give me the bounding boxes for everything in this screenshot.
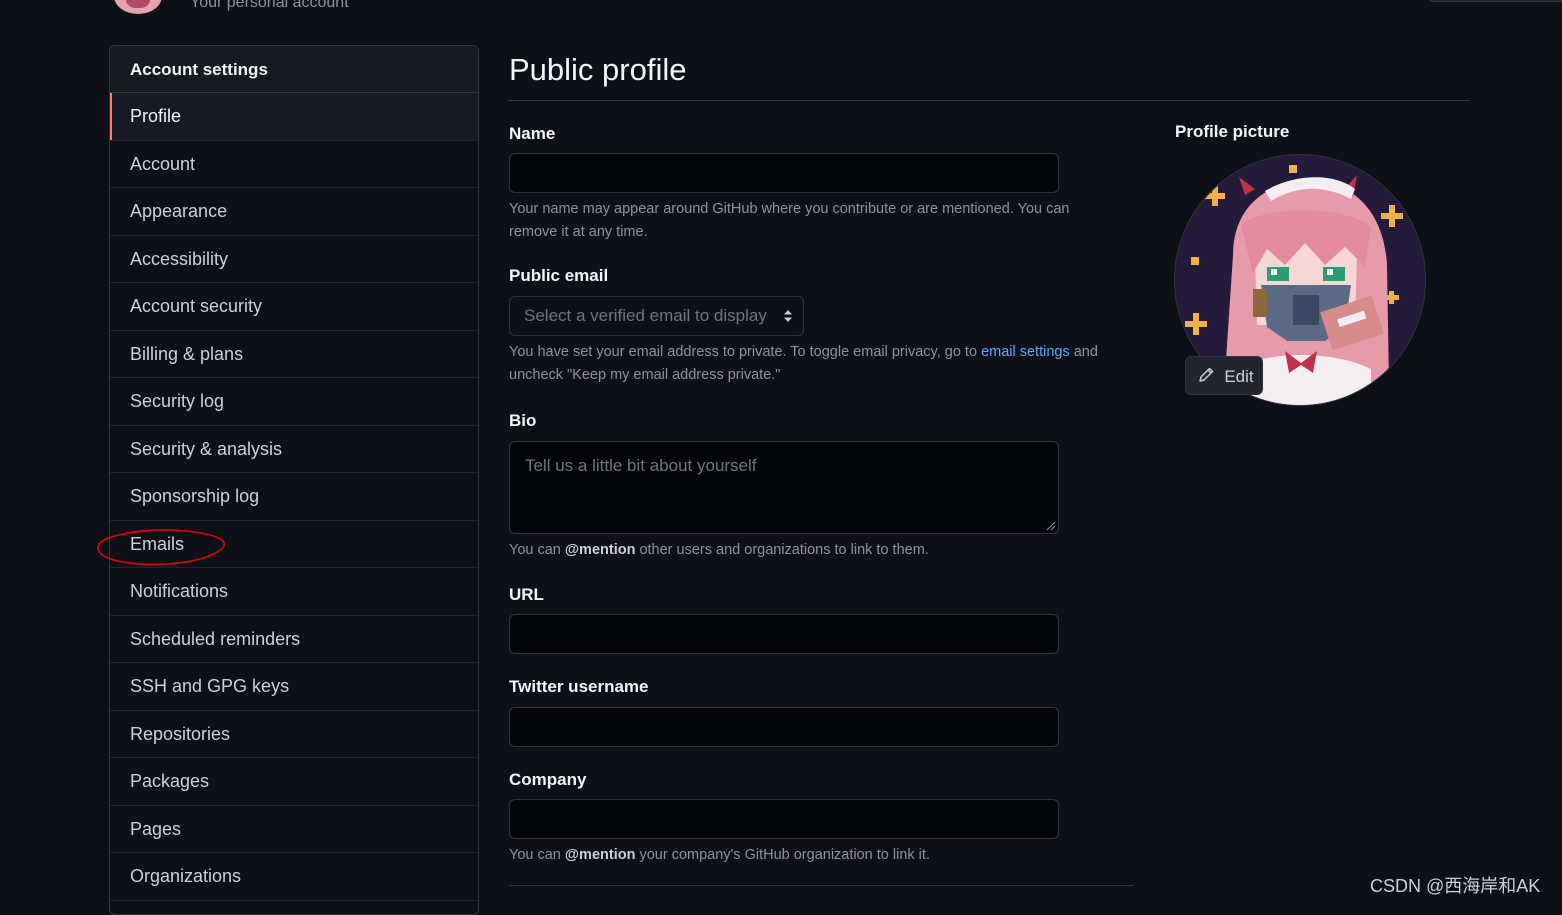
sidebar-item-sponsorship-log[interactable]: Sponsorship log [110,473,478,521]
title-divider [508,100,1470,101]
twitter-label: Twitter username [509,677,649,696]
bio-note-text-end: other users and organizations to link to… [635,542,929,558]
company-note: You can @mention your company's GitHub o… [509,844,1129,867]
sidebar-item-ssh-gpg-keys[interactable]: SSH and GPG keys [110,663,478,711]
edit-label: Edit [1224,367,1254,386]
edit-profile-picture-button[interactable]: Edit [1185,356,1263,395]
public-email-note: You have set your email address to priva… [509,341,1129,387]
bio-label: Bio [509,411,537,430]
sidebar-item-accessibility[interactable]: Accessibility [110,236,478,283]
sidebar-item-account-security[interactable]: Account security [110,283,478,331]
sidebar-item-packages[interactable]: Packages [110,758,478,806]
public-email-placeholder: Select a verified email to display [524,306,767,325]
name-label: Name [509,124,556,143]
top-header: Your personal account [0,0,1562,14]
sidebar-item-pages[interactable]: Pages [110,806,478,853]
bottom-divider [509,885,1134,886]
email-settings-link[interactable]: email settings [981,344,1070,360]
public-email-select[interactable]: Select a verified email to display [509,296,804,336]
public-profile-form: Public profile Name Your name may appear… [508,45,1470,886]
watermark: CSDN @西海岸和AK [1370,876,1541,896]
name-input[interactable] [509,153,1059,193]
url-label: URL [509,585,544,604]
settings-sidebar: Account settings Profile Account Appeara… [109,45,479,915]
public-email-label: Public email [509,266,609,285]
header-button[interactable] [1428,0,1562,2]
sidebar-item-repositories[interactable]: Repositories [110,711,478,758]
sidebar-item-scheduled-reminders[interactable]: Scheduled reminders [110,616,478,663]
public-email-note-text: You have set your email address to priva… [509,344,982,360]
bio-note: You can @mention other users and organiz… [509,539,1129,562]
sidebar-item-notifications[interactable]: Notifications [110,568,478,616]
header-avatar[interactable] [114,0,162,14]
mention-text: @mention [564,542,636,558]
resize-grip-icon[interactable] [1046,521,1056,531]
sidebar-item-security-log[interactable]: Security log [110,378,478,426]
company-label: Company [509,770,587,789]
company-mention-text: @mention [564,847,636,863]
sidebar-item-organizations[interactable]: Organizations [110,853,478,901]
bio-placeholder: Tell us a little bit about yourself [525,456,757,475]
sidebar-item-profile[interactable]: Profile [110,93,478,141]
select-arrows-icon [784,310,792,322]
sidebar-item-security-analysis[interactable]: Security & analysis [110,426,478,473]
page-title: Public profile [509,52,687,87]
url-input[interactable] [509,614,1059,654]
sidebar-item-account[interactable]: Account [110,141,478,188]
twitter-input[interactable] [509,707,1059,747]
company-input[interactable] [509,799,1059,839]
bio-note-text: You can [509,542,565,558]
profile-picture-label: Profile picture [1175,122,1290,141]
company-note-text-end: your company's GitHub organization to li… [635,847,930,863]
company-note-text: You can [509,847,565,863]
sidebar-item-billing[interactable]: Billing & plans [110,331,478,378]
sidebar-item-appearance[interactable]: Appearance [110,188,478,236]
bio-textarea[interactable]: Tell us a little bit about yourself [509,441,1059,534]
pencil-icon [1199,367,1214,382]
header-subtitle: Your personal account [190,0,349,11]
name-note: Your name may appear around GitHub where… [509,201,1070,240]
sidebar-title: Account settings [110,46,478,93]
sidebar-item-emails[interactable]: Emails [110,521,478,568]
